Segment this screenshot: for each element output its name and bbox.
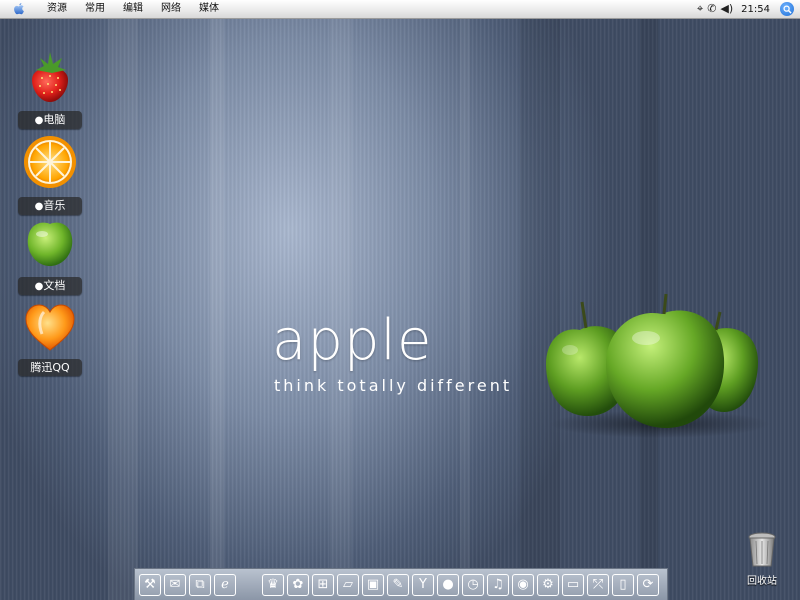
brand-tagline: think totally different bbox=[274, 376, 513, 395]
trash-label: 回收站 bbox=[747, 576, 777, 587]
dock: ⚒ ✉ ⧉ ℯ ♛ ✿ ⊞ ▱ ▣ ✎ Y ● ◷ ♫ ◉ ⚙ ▭ ⤱ ▯ ⟳ bbox=[134, 568, 668, 600]
tools-icon[interactable]: ⚒ bbox=[139, 573, 161, 596]
menu-media[interactable]: 媒体 bbox=[190, 0, 228, 18]
icon-label: ●文档 bbox=[18, 277, 82, 295]
menu-resources[interactable]: 资源 bbox=[38, 0, 76, 18]
share-icon[interactable]: ⤱ bbox=[587, 573, 609, 596]
volume-icon[interactable]: ◀) bbox=[720, 0, 733, 18]
trash-dock-icon[interactable]: ▯ bbox=[612, 573, 634, 596]
clock[interactable]: 21:54 bbox=[741, 4, 770, 15]
bg-streak bbox=[330, 0, 352, 600]
apple-logo[interactable] bbox=[12, 2, 26, 16]
trash-icon bbox=[748, 532, 776, 567]
icon-label: 腾迅QQ bbox=[18, 359, 82, 376]
puzzle-icon[interactable]: ⊞ bbox=[312, 573, 334, 596]
orange-icon bbox=[24, 136, 76, 188]
heart-icon bbox=[25, 304, 75, 351]
music-icon[interactable]: ♫ bbox=[487, 573, 509, 596]
refresh-icon[interactable]: ⟳ bbox=[637, 573, 659, 596]
network-links-icon[interactable]: ⧉ bbox=[189, 573, 211, 596]
mail-icon[interactable]: ✉ bbox=[164, 573, 186, 596]
menu-edit[interactable]: 编辑 bbox=[114, 0, 152, 18]
green-apple-icon bbox=[27, 222, 73, 266]
fruit-icon[interactable]: ● bbox=[437, 573, 459, 596]
menu-common[interactable]: 常用 bbox=[76, 0, 114, 18]
network-icon[interactable]: ⌖ bbox=[697, 0, 703, 18]
clock-icon[interactable]: ◷ bbox=[462, 573, 484, 596]
icon-label: ●音乐 bbox=[18, 197, 82, 215]
bg-streak bbox=[460, 0, 470, 600]
desktop-icon-documents[interactable]: ●文档 bbox=[15, 214, 85, 295]
menu-bar: 资源 常用 编辑 网络 媒体 ⌖ ✆ ◀) 21:54 bbox=[0, 0, 800, 19]
bg-streak bbox=[108, 0, 138, 600]
search-icon[interactable] bbox=[780, 2, 794, 16]
phone-icon[interactable]: ✆ bbox=[707, 0, 716, 18]
gears-icon[interactable]: ⚙ bbox=[537, 573, 559, 596]
green-apples-illustration bbox=[546, 293, 770, 438]
monitor-icon[interactable]: ▭ bbox=[562, 573, 584, 596]
pen-icon[interactable]: ✎ bbox=[387, 573, 409, 596]
flower-icon[interactable]: ✿ bbox=[287, 573, 309, 596]
strawberry-icon bbox=[32, 52, 68, 102]
brand-title: apple bbox=[272, 308, 433, 373]
bg-streak bbox=[210, 0, 224, 600]
crown-icon[interactable]: ♛ bbox=[262, 573, 284, 596]
trash[interactable]: 回收站 bbox=[740, 532, 784, 587]
desktop-icon-computer[interactable]: ●电脑 bbox=[15, 48, 85, 129]
menu-network[interactable]: 网络 bbox=[152, 0, 190, 18]
note-icon[interactable]: ▱ bbox=[337, 573, 359, 596]
shirt-icon[interactable]: Y bbox=[412, 573, 434, 596]
desktop-icon-qq[interactable]: 腾迅QQ bbox=[15, 302, 85, 376]
disc-icon[interactable]: ◉ bbox=[512, 573, 534, 596]
desktop-icon-music[interactable]: ●音乐 bbox=[15, 134, 85, 215]
system-tray: ⌖ ✆ ◀) 21:54 bbox=[697, 0, 800, 18]
icon-label: ●电脑 bbox=[18, 111, 82, 129]
browser-icon[interactable]: ℯ bbox=[214, 573, 236, 596]
desktop: 资源 常用 编辑 网络 媒体 ⌖ ✆ ◀) 21:54 ●电脑 ●音乐 ●文档 … bbox=[0, 0, 800, 600]
clipboard-icon[interactable]: ▣ bbox=[362, 573, 384, 596]
